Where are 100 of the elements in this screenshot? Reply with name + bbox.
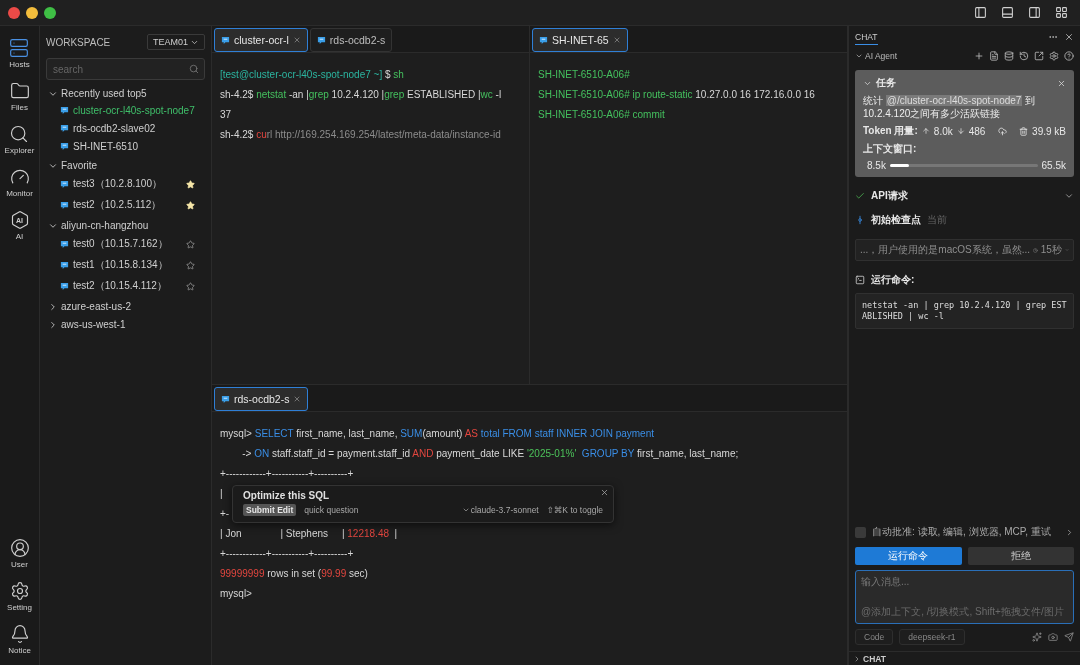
- team-dropdown[interactable]: TEAM01: [147, 34, 205, 50]
- tree-group[interactable]: Recently used top5: [46, 84, 147, 102]
- shortcut-hint: ⇧⌘K to toggle: [546, 505, 603, 515]
- nav-item[interactable]: Files: [9, 79, 30, 114]
- terminal-icon: [855, 275, 865, 285]
- nav-item[interactable]: Hosts: [9, 36, 30, 71]
- host-item[interactable]: test2（10.15.4.112）: [46, 276, 205, 297]
- agent-dropdown[interactable]: AI Agent: [855, 51, 898, 61]
- terminal-tab[interactable]: rds-ocdb2-s: [309, 28, 393, 52]
- host-icon: [221, 35, 230, 45]
- help-icon[interactable]: [1064, 51, 1074, 61]
- terminal-line: mysql> SELECT first_name, last_name, SUM(amount) AS total FROM staff INNER JOIN payment: [220, 427, 654, 441]
- settings-icon[interactable]: [1049, 51, 1059, 61]
- star-icon[interactable]: [186, 281, 195, 291]
- camera-icon[interactable]: [1048, 632, 1058, 642]
- current-tag: 当前: [927, 213, 947, 227]
- terminal-line: mysql>: [220, 587, 252, 601]
- host-item[interactable]: SH-INET-6510: [46, 138, 205, 156]
- nav-item[interactable]: Explorer: [4, 122, 35, 157]
- history-icon[interactable]: [1019, 51, 1029, 61]
- close-window-button[interactable]: [8, 6, 20, 19]
- search-field[interactable]: search: [46, 58, 205, 80]
- chevron-icon: [461, 506, 470, 514]
- terminal-line: -> ON staff.staff_id = payment.staff_id AND payment_date LIKE '2025-01%' GROUP BY first_name, last_name;: [241, 447, 739, 461]
- trash-icon[interactable]: [1019, 126, 1029, 136]
- model-chip[interactable]: deepseek-r1: [899, 629, 965, 645]
- host-icon: [60, 260, 69, 270]
- host-icon: [60, 200, 69, 210]
- chevron-icon[interactable]: [1064, 191, 1074, 201]
- settings-icon: [9, 581, 30, 601]
- chevron-icon: [48, 301, 58, 312]
- terminal-line: +------------+-----------+----------+: [220, 467, 354, 481]
- arrow-down-icon: [956, 127, 965, 135]
- host-icon: [60, 124, 69, 133]
- chevron-icon[interactable]: [853, 654, 861, 663]
- nav-item[interactable]: Setting: [7, 579, 32, 614]
- server-icon: [9, 38, 30, 58]
- host-item[interactable]: test3（10.2.8.100）: [46, 174, 205, 195]
- terminal-tab[interactable]: SH-INET-65: [532, 28, 628, 52]
- nav-item[interactable]: User: [9, 536, 30, 571]
- close-icon[interactable]: [1064, 32, 1074, 42]
- sparkle-icon[interactable]: [1032, 632, 1042, 642]
- thought-summary[interactable]: ...，用户使用的是macOS系统，虽然... 15秒: [855, 239, 1074, 261]
- user-icon: [9, 538, 30, 558]
- star-icon[interactable]: [186, 239, 195, 249]
- model-selector[interactable]: claude-3.7-sonnet: [461, 505, 539, 515]
- zoom-window-button[interactable]: [44, 6, 56, 19]
- reject-button[interactable]: 拒绝: [967, 547, 1074, 565]
- mode-chip[interactable]: Code: [855, 629, 894, 645]
- host-icon: [316, 35, 326, 45]
- file-icon[interactable]: [989, 51, 999, 61]
- close-icon[interactable]: [612, 36, 621, 44]
- close-icon[interactable]: [600, 488, 609, 497]
- tree-group[interactable]: aliyun-cn-hangzhou: [46, 216, 149, 234]
- terminal-line: sh-4.2$ curl http://169.254.169.254/latest/meta-data/instance-id: [220, 128, 501, 142]
- plus-icon[interactable]: [974, 51, 984, 61]
- command-code: netstat -an | grep 10.2.4.120 | grep ESTABLISHED | wc -l: [855, 293, 1074, 329]
- database-icon[interactable]: [1004, 51, 1014, 61]
- close-icon[interactable]: [292, 36, 301, 44]
- token-label: Token 用量:: [863, 124, 918, 138]
- nav-item[interactable]: Monitor: [6, 165, 33, 200]
- host-item[interactable]: test1（10.15.8.134）: [46, 255, 205, 276]
- chat-tab[interactable]: CHAT: [855, 29, 878, 45]
- chevron-icon: [48, 319, 58, 330]
- minimize-window-button[interactable]: [26, 6, 38, 19]
- star-icon[interactable]: [186, 260, 195, 270]
- terminal-tab[interactable]: cluster-ocr-l: [214, 28, 308, 52]
- tree-group[interactable]: Favorite: [46, 156, 98, 174]
- tree-group[interactable]: aws-us-west-1: [46, 315, 126, 333]
- terminal-tab[interactable]: rds-ocdb2-s: [214, 387, 309, 411]
- close-icon[interactable]: [1057, 78, 1066, 88]
- host-item[interactable]: cluster-ocr-l40s-spot-node7: [46, 102, 205, 120]
- folder-icon: [9, 81, 30, 101]
- search-icon[interactable]: [189, 64, 199, 74]
- auto-approve-checkbox[interactable]: [855, 526, 866, 538]
- token-down: 486: [968, 125, 986, 137]
- size-text: 39.9 kB: [1032, 125, 1066, 137]
- auto-approve-label: 自动批准: 读取, 编辑, 浏览器, MCP, 重试: [872, 525, 1051, 539]
- cloud-icon[interactable]: [997, 126, 1007, 136]
- run-command-button[interactable]: 运行命令: [855, 547, 962, 565]
- host-item[interactable]: rds-ocdb2-slave02: [46, 120, 205, 138]
- terminal-line: +------------+-----------+----------+: [220, 547, 354, 561]
- host-icon: [60, 179, 69, 189]
- host-icon: [539, 35, 548, 45]
- submit-edit-button[interactable]: Submit Edit: [243, 504, 297, 516]
- arrow-up-icon: [921, 127, 930, 135]
- chevron-icon: [855, 52, 863, 60]
- close-icon[interactable]: [293, 395, 302, 403]
- tree-group[interactable]: azure-east-us-2: [46, 297, 132, 315]
- send-icon[interactable]: [1064, 632, 1074, 642]
- host-item[interactable]: test0（10.15.7.162）: [46, 234, 205, 255]
- host-item[interactable]: test2（10.2.5.112）: [46, 195, 205, 216]
- terminal-line: 37: [220, 108, 232, 122]
- external-link-icon[interactable]: [1034, 51, 1044, 61]
- quick-question-text: quick question: [304, 505, 359, 515]
- chevron-icon[interactable]: [1065, 527, 1074, 537]
- terminal-line: sh-4.2$ netstat -an |grep 10.2.4.120 |grep ESTABLISHED |wc -l: [220, 88, 502, 102]
- terminal-line: +-: [220, 507, 230, 521]
- nav-item[interactable]: Notice: [8, 622, 31, 657]
- host-icon: [60, 239, 69, 249]
